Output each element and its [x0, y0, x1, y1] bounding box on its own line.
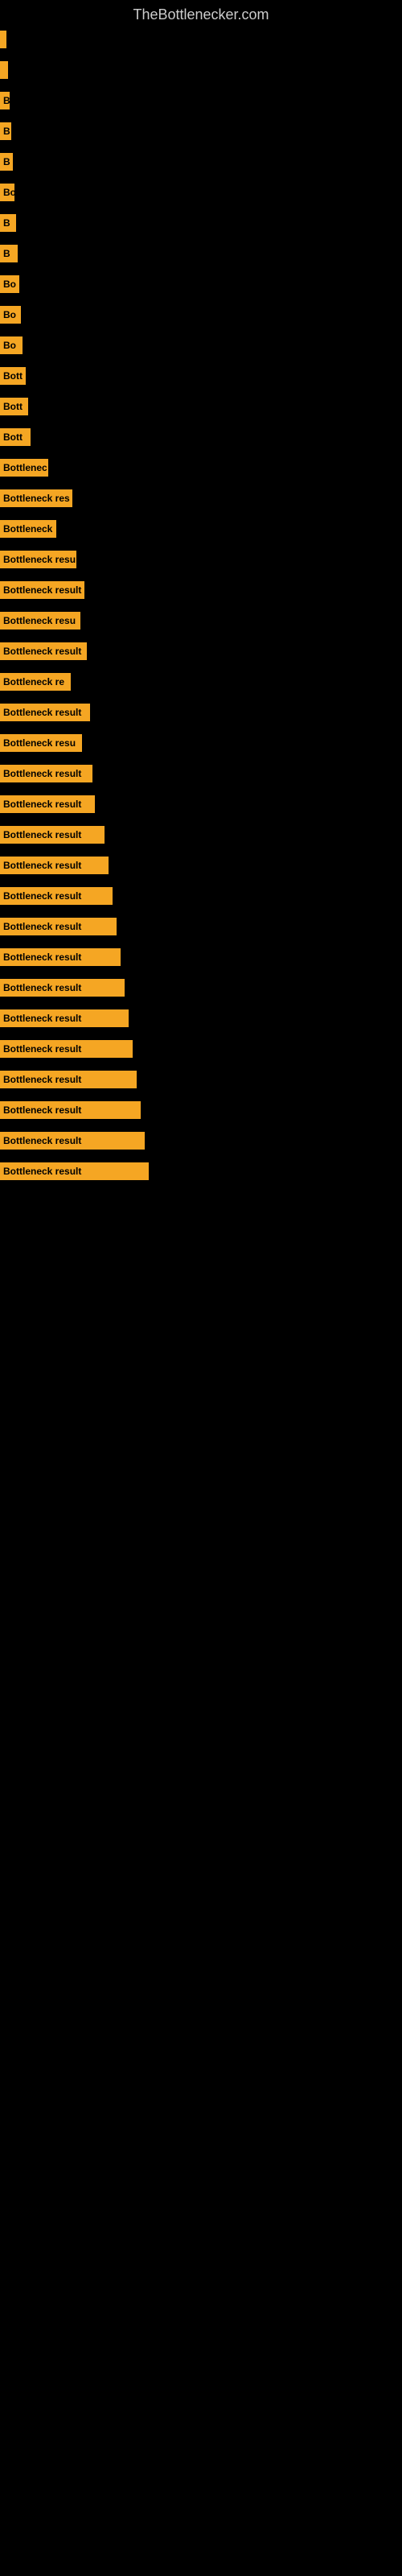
- bar-item: Bottleneck result: [0, 854, 402, 877]
- bar-item: Bottleneck result: [0, 1038, 402, 1060]
- bar-item: Bo: [0, 303, 402, 326]
- bar-fill: Bott: [0, 367, 26, 385]
- bar-fill: Bottleneck res: [0, 489, 72, 507]
- bar-fill: Bottleneck: [0, 520, 56, 538]
- bar-item: Bo: [0, 334, 402, 357]
- bar-fill: Bottleneck result: [0, 1071, 137, 1088]
- bar-fill: Bo: [0, 184, 14, 201]
- bar-fill: Bo: [0, 275, 19, 293]
- bar-fill: Bottleneck result: [0, 1040, 133, 1058]
- bar-fill: Bott: [0, 398, 28, 415]
- bar-fill: Bottleneck result: [0, 704, 90, 721]
- bar-fill: Bottleneck result: [0, 1009, 129, 1027]
- bar-item: Bott: [0, 395, 402, 418]
- bar-item: Bo: [0, 181, 402, 204]
- bar-fill: Bottleneck result: [0, 979, 125, 997]
- bar-item: Bottleneck: [0, 518, 402, 540]
- bar-list: BBBBoBBBoBoBoBottBottBottBottlenecBottle…: [0, 24, 402, 1187]
- bar-item: Bottleneck result: [0, 1160, 402, 1183]
- bar-fill: Bottleneck result: [0, 1101, 141, 1119]
- bar-item: [0, 59, 402, 81]
- bar-fill: B: [0, 245, 18, 262]
- bar-fill: Bottleneck result: [0, 826, 105, 844]
- bar-item: Bottleneck result: [0, 1007, 402, 1030]
- bar-item: [0, 28, 402, 51]
- bar-fill: Bottleneck re: [0, 673, 71, 691]
- bar-item: Bottleneck re: [0, 671, 402, 693]
- bars-container: BBBBoBBBoBoBoBottBottBottBottlenecBottle…: [0, 24, 402, 1187]
- bar-fill: Bottleneck result: [0, 765, 92, 782]
- bar-item: B: [0, 120, 402, 142]
- bar-item: Bott: [0, 426, 402, 448]
- bar-item: Bottleneck result: [0, 885, 402, 907]
- bar-item: Bottleneck result: [0, 824, 402, 846]
- bar-fill: Bottleneck result: [0, 1162, 149, 1180]
- bar-fill: Bottleneck resu: [0, 734, 82, 752]
- bar-fill: B: [0, 214, 16, 232]
- bar-fill: Bott: [0, 428, 31, 446]
- bar-item: Bott: [0, 365, 402, 387]
- bar-fill: Bo: [0, 336, 23, 354]
- bar-item: Bottleneck res: [0, 487, 402, 510]
- bar-item: Bottleneck result: [0, 762, 402, 785]
- bar-item: Bottleneck result: [0, 1099, 402, 1121]
- bar-item: B: [0, 151, 402, 173]
- bar-fill: Bottleneck result: [0, 887, 113, 905]
- bar-item: B: [0, 242, 402, 265]
- bar-fill: Bottlenec: [0, 459, 48, 477]
- bar-fill: [0, 31, 6, 48]
- bar-item: Bo: [0, 273, 402, 295]
- bar-fill: Bottleneck resu: [0, 551, 76, 568]
- bar-fill: Bottleneck result: [0, 948, 121, 966]
- bar-fill: Bottleneck result: [0, 581, 84, 599]
- bar-item: Bottleneck resu: [0, 609, 402, 632]
- bar-item: Bottleneck result: [0, 1068, 402, 1091]
- bar-item: Bottleneck result: [0, 579, 402, 601]
- bar-item: Bottleneck result: [0, 915, 402, 938]
- bar-fill: Bottleneck result: [0, 642, 87, 660]
- bar-fill: Bottleneck resu: [0, 612, 80, 630]
- bar-item: Bottleneck resu: [0, 732, 402, 754]
- bar-fill: Bo: [0, 306, 21, 324]
- bar-item: Bottleneck result: [0, 640, 402, 663]
- bar-item: Bottleneck result: [0, 976, 402, 999]
- bar-item: Bottlenec: [0, 456, 402, 479]
- bar-item: Bottleneck result: [0, 701, 402, 724]
- bar-item: Bottleneck resu: [0, 548, 402, 571]
- bar-item: Bottleneck result: [0, 1129, 402, 1152]
- bar-fill: Bottleneck result: [0, 795, 95, 813]
- bar-item: Bottleneck result: [0, 793, 402, 815]
- bar-fill: [0, 61, 8, 79]
- bar-item: Bottleneck result: [0, 946, 402, 968]
- bar-item: B: [0, 89, 402, 112]
- bar-fill: Bottleneck result: [0, 857, 109, 874]
- bar-fill: B: [0, 122, 11, 140]
- bar-fill: B: [0, 92, 10, 109]
- bar-fill: Bottleneck result: [0, 1132, 145, 1150]
- bar-fill: Bottleneck result: [0, 918, 117, 935]
- bar-fill: B: [0, 153, 13, 171]
- bar-item: B: [0, 212, 402, 234]
